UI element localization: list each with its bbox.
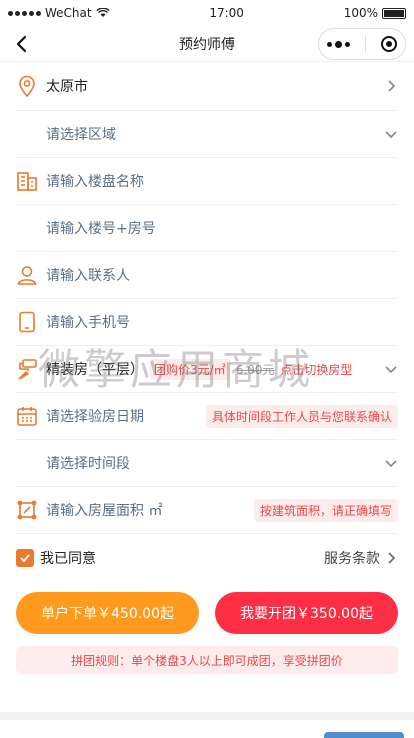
house-type-value: 精装房（平层） bbox=[46, 362, 144, 378]
phone-placeholder: 请输入手机号 bbox=[46, 315, 130, 331]
region-selector[interactable]: 请选择区域 bbox=[16, 111, 398, 158]
inspection-date-selector[interactable]: 请选择验房日期 具体时间段工作人员与您联系确认 bbox=[16, 393, 398, 440]
group-rule-banner: 拼团规则：单个楼盘3人以上即可成团，享受拼团价 bbox=[16, 646, 398, 674]
target-icon[interactable] bbox=[381, 36, 398, 52]
wifi-icon bbox=[95, 8, 110, 17]
area-field[interactable]: 请输入房屋面积 ㎡ 按建筑面积，请正确填写 bbox=[16, 487, 398, 534]
chevron-right-icon bbox=[388, 80, 396, 92]
bottom-divider bbox=[0, 712, 414, 720]
nav-bar: 预约师傅 bbox=[0, 26, 414, 62]
single-order-button[interactable]: 单户下单￥450.00起 bbox=[16, 592, 199, 634]
order-buttons: 单户下单￥450.00起 我要开团￥350.00起 bbox=[0, 592, 414, 634]
city-value: 太原市 bbox=[46, 79, 88, 95]
room-number-placeholder: 请输入楼号+房号 bbox=[46, 221, 156, 237]
area-icon bbox=[16, 499, 38, 521]
contact-placeholder: 请输入联系人 bbox=[46, 268, 130, 284]
battery-info: 100% bbox=[344, 6, 406, 20]
time-slot-placeholder: 请选择时间段 bbox=[46, 456, 130, 472]
phone-icon bbox=[16, 311, 38, 333]
brush-icon bbox=[16, 358, 38, 380]
carrier-name: WeChat bbox=[45, 6, 92, 20]
date-placeholder: 请选择验房日期 bbox=[46, 409, 144, 425]
person-icon bbox=[16, 264, 38, 286]
terms-link[interactable]: 服务条款 bbox=[324, 548, 398, 568]
back-icon[interactable] bbox=[10, 32, 34, 56]
time-slot-selector[interactable]: 请选择时间段 bbox=[16, 440, 398, 487]
group-order-button[interactable]: 我要开团￥350.00起 bbox=[215, 592, 398, 634]
location-icon bbox=[16, 75, 38, 97]
more-icon[interactable] bbox=[326, 40, 350, 48]
area-placeholder: 请输入房屋面积 ㎡ bbox=[46, 503, 163, 519]
date-tip-tag: 具体时间段工作人员与您联系确认 bbox=[205, 404, 398, 428]
area-tip-tag: 按建筑面积，请正确填写 bbox=[253, 498, 398, 522]
terms-label: 服务条款 bbox=[324, 551, 380, 567]
group-price-badge: 团购价3元/㎡ bbox=[150, 358, 230, 380]
status-time: 17:00 bbox=[209, 6, 244, 20]
agree-label: 我已同意 bbox=[40, 551, 96, 567]
building-icon bbox=[16, 170, 38, 192]
booking-form: 太原市 请选择区域 请输入楼盘名称 请输入楼号+房号 请输入联系人 请输入手机号… bbox=[0, 62, 414, 582]
floating-button-edge[interactable] bbox=[324, 732, 404, 738]
switch-house-type-hint[interactable]: 点击切换房型 bbox=[280, 361, 352, 378]
status-bar: WeChat 17:00 100% bbox=[0, 0, 414, 26]
building-name-field[interactable]: 请输入楼盘名称 bbox=[16, 158, 398, 205]
mini-program-capsule bbox=[318, 28, 406, 60]
chevron-down-icon bbox=[385, 366, 397, 374]
building-name-placeholder: 请输入楼盘名称 bbox=[46, 174, 144, 190]
chevron-down-icon bbox=[385, 460, 397, 468]
signal-icon bbox=[8, 10, 41, 16]
calendar-icon bbox=[16, 405, 38, 427]
phone-field[interactable]: 请输入手机号 bbox=[16, 299, 398, 346]
city-selector[interactable]: 太原市 bbox=[16, 62, 398, 111]
check-icon bbox=[20, 554, 30, 563]
chevron-right-icon bbox=[388, 552, 396, 564]
agree-checkbox[interactable] bbox=[16, 549, 34, 567]
agreement-row: 我已同意 服务条款 bbox=[16, 534, 398, 582]
contact-field[interactable]: 请输入联系人 bbox=[16, 252, 398, 299]
room-number-field[interactable]: 请输入楼号+房号 bbox=[16, 205, 398, 252]
battery-icon bbox=[382, 7, 406, 19]
house-type-selector[interactable]: 精装房（平层） 团购价3元/㎡ 6.00元 点击切换房型 bbox=[16, 346, 398, 393]
region-placeholder: 请选择区域 bbox=[46, 127, 116, 143]
battery-percent: 100% bbox=[343, 6, 378, 20]
page-title: 预约师傅 bbox=[179, 36, 235, 53]
chevron-down-icon bbox=[385, 131, 397, 139]
capsule-divider bbox=[364, 35, 366, 53]
carrier-info: WeChat bbox=[8, 6, 110, 20]
price-note: 团购价3元/㎡ 6.00元 点击切换房型 bbox=[150, 358, 378, 380]
original-price: 6.00元 bbox=[235, 362, 275, 377]
